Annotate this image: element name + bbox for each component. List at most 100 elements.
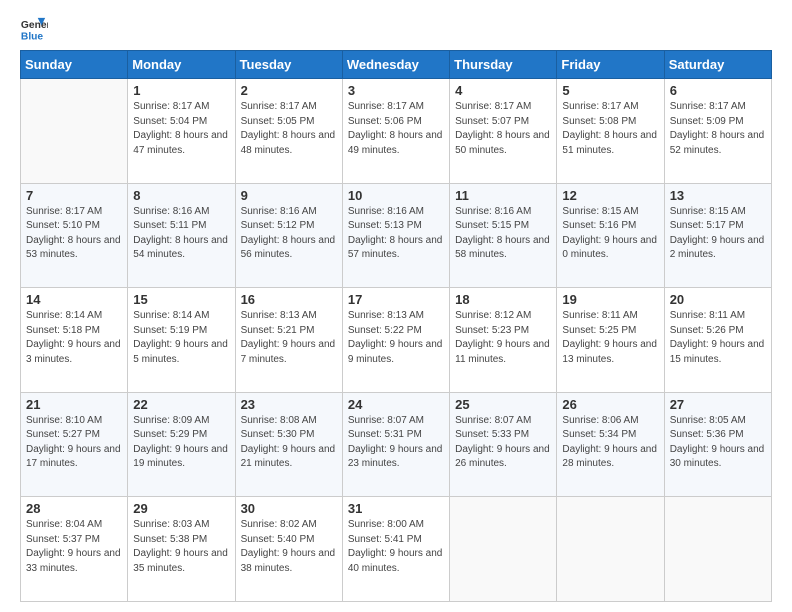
day-info: Sunrise: 8:12 AMSunset: 5:23 PMDaylight:… bbox=[455, 309, 551, 367]
day-info: Sunrise: 8:00 AMSunset: 5:41 PMDaylight:… bbox=[348, 518, 444, 576]
logo: GeneralBlue bbox=[20, 16, 48, 44]
day-cell bbox=[21, 79, 128, 184]
day-number: 15 bbox=[133, 292, 229, 307]
day-cell: 7 Sunrise: 8:17 AMSunset: 5:10 PMDaylight… bbox=[21, 183, 128, 288]
day-cell: 1 Sunrise: 8:17 AMSunset: 5:04 PMDaylight… bbox=[128, 79, 235, 184]
day-cell: 28 Sunrise: 8:04 AMSunset: 5:37 PMDayligh… bbox=[21, 497, 128, 602]
week-row-1: 1 Sunrise: 8:17 AMSunset: 5:04 PMDaylight… bbox=[21, 79, 772, 184]
day-info: Sunrise: 8:11 AMSunset: 5:26 PMDaylight:… bbox=[670, 309, 766, 367]
day-number: 30 bbox=[241, 501, 337, 516]
weekday-friday: Friday bbox=[557, 51, 664, 79]
day-info: Sunrise: 8:15 AMSunset: 5:16 PMDaylight:… bbox=[562, 205, 658, 263]
weekday-sunday: Sunday bbox=[21, 51, 128, 79]
day-cell: 13 Sunrise: 8:15 AMSunset: 5:17 PMDayligh… bbox=[664, 183, 771, 288]
day-number: 16 bbox=[241, 292, 337, 307]
day-number: 7 bbox=[26, 188, 122, 203]
day-info: Sunrise: 8:04 AMSunset: 5:37 PMDaylight:… bbox=[26, 518, 122, 576]
day-number: 1 bbox=[133, 83, 229, 98]
day-info: Sunrise: 8:16 AMSunset: 5:11 PMDaylight:… bbox=[133, 205, 229, 263]
weekday-saturday: Saturday bbox=[664, 51, 771, 79]
weekday-header-row: SundayMondayTuesdayWednesdayThursdayFrid… bbox=[21, 51, 772, 79]
week-row-3: 14Sunrise: 8:14 AMSunset: 5:18 PMDayligh… bbox=[21, 288, 772, 393]
page: GeneralBlue SundayMondayTuesdayWednesday… bbox=[0, 0, 792, 612]
day-number: 10 bbox=[348, 188, 444, 203]
day-info: Sunrise: 8:08 AMSunset: 5:30 PMDaylight:… bbox=[241, 414, 337, 472]
day-info: Sunrise: 8:10 AMSunset: 5:27 PMDaylight:… bbox=[26, 414, 122, 472]
day-number: 13 bbox=[670, 188, 766, 203]
day-number: 22 bbox=[133, 397, 229, 412]
day-cell: 18Sunrise: 8:12 AMSunset: 5:23 PMDayligh… bbox=[450, 288, 557, 393]
weekday-thursday: Thursday bbox=[450, 51, 557, 79]
day-number: 28 bbox=[26, 501, 122, 516]
day-cell: 3 Sunrise: 8:17 AMSunset: 5:06 PMDaylight… bbox=[342, 79, 449, 184]
day-info: Sunrise: 8:15 AMSunset: 5:17 PMDaylight:… bbox=[670, 205, 766, 263]
day-cell: 15 Sunrise: 8:14 AMSunset: 5:19 PMDayligh… bbox=[128, 288, 235, 393]
day-info: Sunrise: 8:17 AMSunset: 5:06 PMDaylight:… bbox=[348, 100, 444, 158]
day-info: Sunrise: 8:16 AMSunset: 5:12 PMDaylight:… bbox=[241, 205, 337, 263]
day-cell bbox=[557, 497, 664, 602]
day-number: 24 bbox=[348, 397, 444, 412]
day-cell: 29 Sunrise: 8:03 AMSunset: 5:38 PMDayligh… bbox=[128, 497, 235, 602]
svg-text:Blue: Blue bbox=[21, 31, 44, 42]
day-cell bbox=[450, 497, 557, 602]
day-info: Sunrise: 8:14 AMSunset: 5:18 PMDaylight:… bbox=[26, 309, 122, 367]
day-number: 25 bbox=[455, 397, 551, 412]
day-number: 27 bbox=[670, 397, 766, 412]
day-number: 4 bbox=[455, 83, 551, 98]
weekday-monday: Monday bbox=[128, 51, 235, 79]
day-info: Sunrise: 8:03 AMSunset: 5:38 PMDaylight:… bbox=[133, 518, 229, 576]
day-info: Sunrise: 8:17 AMSunset: 5:08 PMDaylight:… bbox=[562, 100, 658, 158]
day-number: 17 bbox=[348, 292, 444, 307]
day-cell: 30 Sunrise: 8:02 AMSunset: 5:40 PMDayligh… bbox=[235, 497, 342, 602]
day-number: 23 bbox=[241, 397, 337, 412]
week-row-4: 21Sunrise: 8:10 AMSunset: 5:27 PMDayligh… bbox=[21, 392, 772, 497]
day-number: 19 bbox=[562, 292, 658, 307]
day-cell: 6 Sunrise: 8:17 AMSunset: 5:09 PMDaylight… bbox=[664, 79, 771, 184]
day-cell: 22 Sunrise: 8:09 AMSunset: 5:29 PMDayligh… bbox=[128, 392, 235, 497]
day-cell: 20 Sunrise: 8:11 AMSunset: 5:26 PMDayligh… bbox=[664, 288, 771, 393]
day-cell: 16 Sunrise: 8:13 AMSunset: 5:21 PMDayligh… bbox=[235, 288, 342, 393]
week-row-2: 7 Sunrise: 8:17 AMSunset: 5:10 PMDaylight… bbox=[21, 183, 772, 288]
day-info: Sunrise: 8:05 AMSunset: 5:36 PMDaylight:… bbox=[670, 414, 766, 472]
day-cell: 14Sunrise: 8:14 AMSunset: 5:18 PMDayligh… bbox=[21, 288, 128, 393]
day-info: Sunrise: 8:07 AMSunset: 5:33 PMDaylight:… bbox=[455, 414, 551, 472]
day-cell: 11 Sunrise: 8:16 AMSunset: 5:15 PMDayligh… bbox=[450, 183, 557, 288]
day-cell: 26Sunrise: 8:06 AMSunset: 5:34 PMDayligh… bbox=[557, 392, 664, 497]
logo-icon: GeneralBlue bbox=[20, 16, 48, 44]
day-cell: 19Sunrise: 8:11 AMSunset: 5:25 PMDayligh… bbox=[557, 288, 664, 393]
day-number: 20 bbox=[670, 292, 766, 307]
day-info: Sunrise: 8:13 AMSunset: 5:22 PMDaylight:… bbox=[348, 309, 444, 367]
day-info: Sunrise: 8:17 AMSunset: 5:10 PMDaylight:… bbox=[26, 205, 122, 263]
day-cell: 17 Sunrise: 8:13 AMSunset: 5:22 PMDayligh… bbox=[342, 288, 449, 393]
weekday-wednesday: Wednesday bbox=[342, 51, 449, 79]
day-info: Sunrise: 8:06 AMSunset: 5:34 PMDaylight:… bbox=[562, 414, 658, 472]
day-cell: 12 Sunrise: 8:15 AMSunset: 5:16 PMDayligh… bbox=[557, 183, 664, 288]
day-info: Sunrise: 8:17 AMSunset: 5:09 PMDaylight:… bbox=[670, 100, 766, 158]
day-cell: 8 Sunrise: 8:16 AMSunset: 5:11 PMDaylight… bbox=[128, 183, 235, 288]
day-number: 31 bbox=[348, 501, 444, 516]
day-info: Sunrise: 8:13 AMSunset: 5:21 PMDaylight:… bbox=[241, 309, 337, 367]
day-info: Sunrise: 8:09 AMSunset: 5:29 PMDaylight:… bbox=[133, 414, 229, 472]
day-cell: 31 Sunrise: 8:00 AMSunset: 5:41 PMDayligh… bbox=[342, 497, 449, 602]
day-info: Sunrise: 8:14 AMSunset: 5:19 PMDaylight:… bbox=[133, 309, 229, 367]
day-cell bbox=[664, 497, 771, 602]
day-number: 29 bbox=[133, 501, 229, 516]
day-info: Sunrise: 8:07 AMSunset: 5:31 PMDaylight:… bbox=[348, 414, 444, 472]
day-info: Sunrise: 8:02 AMSunset: 5:40 PMDaylight:… bbox=[241, 518, 337, 576]
day-number: 3 bbox=[348, 83, 444, 98]
day-number: 6 bbox=[670, 83, 766, 98]
day-info: Sunrise: 8:16 AMSunset: 5:15 PMDaylight:… bbox=[455, 205, 551, 263]
day-cell: 2 Sunrise: 8:17 AMSunset: 5:05 PMDaylight… bbox=[235, 79, 342, 184]
calendar-table: SundayMondayTuesdayWednesdayThursdayFrid… bbox=[20, 50, 772, 602]
header-row: GeneralBlue bbox=[20, 16, 772, 44]
day-cell: 24 Sunrise: 8:07 AMSunset: 5:31 PMDayligh… bbox=[342, 392, 449, 497]
day-cell: 25 Sunrise: 8:07 AMSunset: 5:33 PMDayligh… bbox=[450, 392, 557, 497]
day-number: 2 bbox=[241, 83, 337, 98]
day-info: Sunrise: 8:17 AMSunset: 5:05 PMDaylight:… bbox=[241, 100, 337, 158]
day-info: Sunrise: 8:17 AMSunset: 5:04 PMDaylight:… bbox=[133, 100, 229, 158]
day-cell: 21Sunrise: 8:10 AMSunset: 5:27 PMDayligh… bbox=[21, 392, 128, 497]
day-number: 8 bbox=[133, 188, 229, 203]
day-info: Sunrise: 8:16 AMSunset: 5:13 PMDaylight:… bbox=[348, 205, 444, 263]
day-number: 12 bbox=[562, 188, 658, 203]
day-number: 11 bbox=[455, 188, 551, 203]
